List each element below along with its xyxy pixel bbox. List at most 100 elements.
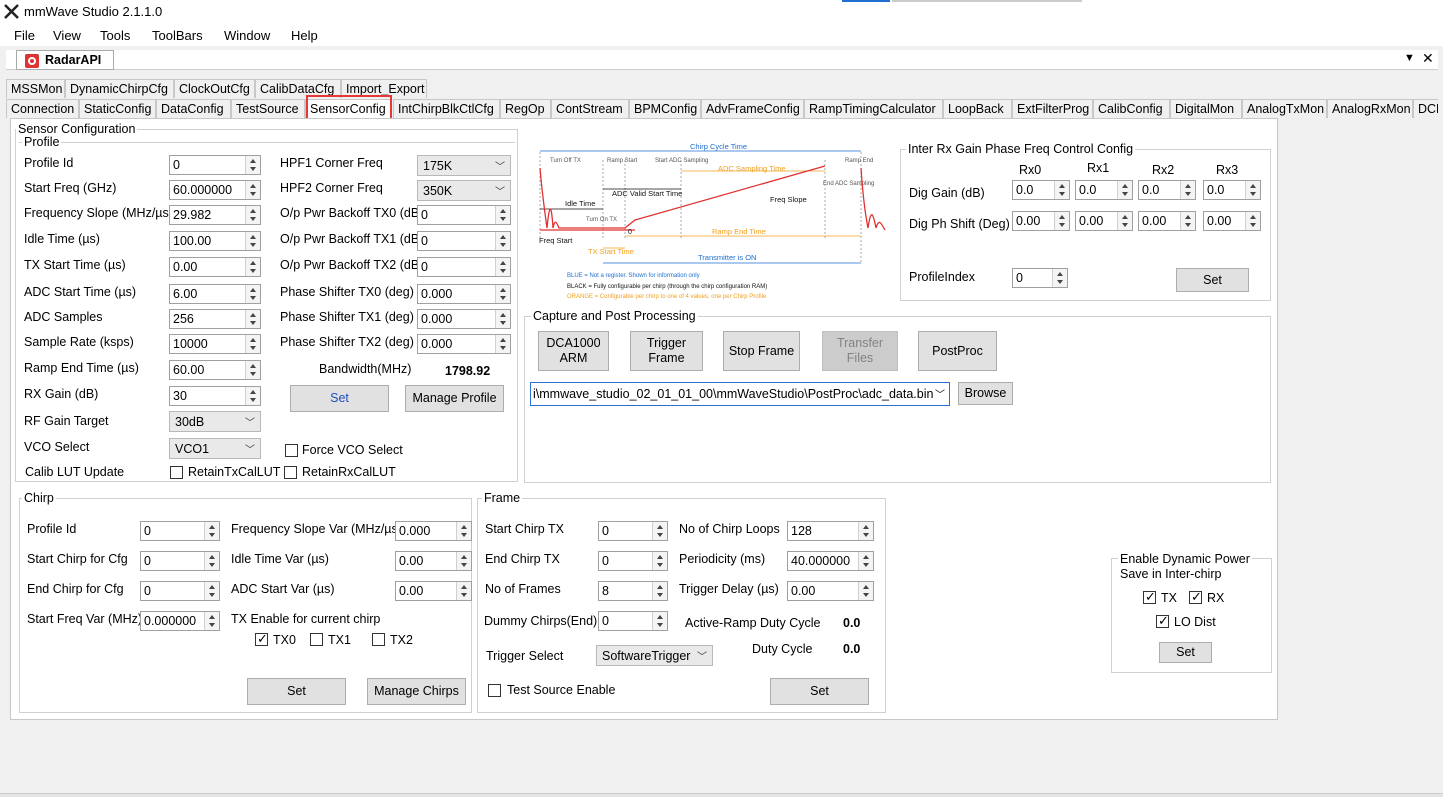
phase-tx0-input[interactable]: 0.000 xyxy=(417,284,511,304)
adc-start-time-input[interactable]: 6.00 xyxy=(169,284,261,304)
phase-tx1-input[interactable]: 0.000 xyxy=(417,309,511,329)
dig-phase-rx0[interactable]: 0.00 xyxy=(1012,211,1070,231)
hpf2-select[interactable]: 350K ﹀ xyxy=(417,180,511,201)
dig-phase-rx1[interactable]: 0.00 xyxy=(1075,211,1133,231)
freq-slope-var-input[interactable]: 0.000 xyxy=(395,521,472,541)
spin-arrows-icon[interactable] xyxy=(204,552,219,570)
tab-mssmon[interactable]: MSSMon xyxy=(6,79,65,98)
frame-set-button[interactable]: Set xyxy=(770,678,869,705)
spin-arrows-icon[interactable] xyxy=(1117,181,1132,199)
sample-rate-input[interactable]: 10000 xyxy=(169,334,261,354)
spin-arrows-icon[interactable] xyxy=(245,181,260,199)
force-vco-checkbox[interactable] xyxy=(285,444,298,457)
adc-start-var-input[interactable]: 0.00 xyxy=(395,581,472,601)
menu-toolbars[interactable]: ToolBars xyxy=(152,28,203,43)
spin-arrows-icon[interactable] xyxy=(456,552,471,570)
close-icon[interactable]: ✕ xyxy=(1422,50,1434,67)
tx0-checkbox[interactable] xyxy=(255,631,268,647)
tab-analogtxmon[interactable]: AnalogTxMon xyxy=(1242,99,1327,118)
spin-arrows-icon[interactable] xyxy=(652,582,667,600)
trigger-select-select[interactable]: SoftwareTrigger ﹀ xyxy=(596,645,713,666)
spin-arrows-icon[interactable] xyxy=(495,258,510,276)
tab-bpmconfig[interactable]: BPMConfig xyxy=(629,99,701,118)
dig-gain-rx1[interactable]: 0.0 xyxy=(1075,180,1133,200)
tab-dynamicchirpcfg[interactable]: DynamicChirpCfg xyxy=(65,79,174,98)
dca1000-arm-button[interactable]: DCA1000 ARM xyxy=(538,331,609,371)
spin-arrows-icon[interactable] xyxy=(495,285,510,303)
tab-extfilterprog[interactable]: ExtFilterProg xyxy=(1012,99,1093,118)
tab-digitalmon[interactable]: DigitalMon xyxy=(1170,99,1242,118)
menu-help[interactable]: Help xyxy=(291,28,318,43)
start-freq-var-input[interactable]: 0.000000 xyxy=(140,611,220,631)
spin-arrows-icon[interactable] xyxy=(245,310,260,328)
tab-ramptimingcalculator[interactable]: RampTimingCalculator xyxy=(804,99,943,118)
start-chirp-tx-input[interactable]: 0 xyxy=(598,521,668,541)
power-tx-checkbox[interactable] xyxy=(1143,589,1156,605)
transfer-files-button[interactable]: Transfer Files xyxy=(822,331,898,371)
tab-contstream[interactable]: ContStream xyxy=(551,99,629,118)
spin-arrows-icon[interactable] xyxy=(495,310,510,328)
tab-testsource[interactable]: TestSource xyxy=(231,99,305,118)
menu-window[interactable]: Window xyxy=(224,28,270,43)
spin-arrows-icon[interactable] xyxy=(1245,212,1260,230)
manage-chirps-button[interactable]: Manage Chirps xyxy=(367,678,466,705)
chirp-profile-id-input[interactable]: 0 xyxy=(140,521,220,541)
start-freq-input[interactable]: 60.000000 xyxy=(169,180,261,200)
spin-arrows-icon[interactable] xyxy=(204,612,219,630)
spin-arrows-icon[interactable] xyxy=(456,582,471,600)
power-set-button[interactable]: Set xyxy=(1159,642,1212,663)
spin-arrows-icon[interactable] xyxy=(495,232,510,250)
chevron-down-icon[interactable]: ﹀ xyxy=(935,386,945,401)
spin-arrows-icon[interactable] xyxy=(1245,181,1260,199)
backoff-tx1-input[interactable]: 0 xyxy=(417,231,511,251)
no-of-chirp-loops-input[interactable]: 128 xyxy=(787,521,874,541)
dig-gain-rx3[interactable]: 0.0 xyxy=(1203,180,1261,200)
spin-arrows-icon[interactable] xyxy=(495,206,510,224)
end-chirp-tx-input[interactable]: 0 xyxy=(598,551,668,571)
spin-arrows-icon[interactable] xyxy=(1054,181,1069,199)
file-path-input[interactable]: i\mmwave_studio_02_01_01_00\mmWaveStudio… xyxy=(530,382,950,406)
spin-arrows-icon[interactable] xyxy=(204,582,219,600)
spin-arrows-icon[interactable] xyxy=(245,387,260,405)
spin-arrows-icon[interactable] xyxy=(1117,212,1132,230)
spin-arrows-icon[interactable] xyxy=(245,232,260,250)
freq-slope-input[interactable]: 29.982 xyxy=(169,205,261,225)
doc-tab-radarapi[interactable]: RadarAPI xyxy=(16,50,114,70)
chirp-set-button[interactable]: Set xyxy=(247,678,346,705)
manage-profile-button[interactable]: Manage Profile xyxy=(405,385,504,412)
profile-id-input[interactable]: 0 xyxy=(169,155,261,175)
ramp-end-time-input[interactable]: 60.00 xyxy=(169,360,261,380)
dig-gain-rx0[interactable]: 0.0 xyxy=(1012,180,1070,200)
spin-arrows-icon[interactable] xyxy=(245,361,260,379)
tab-analogrxmon[interactable]: AnalogRxMon xyxy=(1327,99,1413,118)
tab-dataconfig[interactable]: DataConfig xyxy=(156,99,231,118)
spin-arrows-icon[interactable] xyxy=(245,285,260,303)
tab-advframeconfig[interactable]: AdvFrameConfig xyxy=(701,99,804,118)
power-rx-checkbox[interactable] xyxy=(1189,589,1202,605)
spin-arrows-icon[interactable] xyxy=(245,206,260,224)
backoff-tx0-input[interactable]: 0 xyxy=(417,205,511,225)
rx-gain-input[interactable]: 30 xyxy=(169,386,261,406)
phase-tx2-input[interactable]: 0.000 xyxy=(417,334,511,354)
spin-arrows-icon[interactable] xyxy=(456,522,471,540)
dig-phase-rx2[interactable]: 0.00 xyxy=(1138,211,1196,231)
spin-arrows-icon[interactable] xyxy=(652,522,667,540)
spin-arrows-icon[interactable] xyxy=(245,156,260,174)
retain-tx-checkbox[interactable] xyxy=(170,466,183,479)
test-source-checkbox[interactable] xyxy=(488,684,501,697)
tab-connection[interactable]: Connection xyxy=(6,99,79,118)
end-chirp-cfg-input[interactable]: 0 xyxy=(140,581,220,601)
tab-loopback[interactable]: LoopBack xyxy=(943,99,1012,118)
hpf1-select[interactable]: 175K ﹀ xyxy=(417,155,511,176)
backoff-tx2-input[interactable]: 0 xyxy=(417,257,511,277)
menu-file[interactable]: File xyxy=(14,28,35,43)
spin-arrows-icon[interactable] xyxy=(858,552,873,570)
stop-frame-button[interactable]: Stop Frame xyxy=(723,331,800,371)
idle-time-input[interactable]: 100.00 xyxy=(169,231,261,251)
retain-rx-checkbox[interactable] xyxy=(284,466,297,479)
trigger-delay-input[interactable]: 0.00 xyxy=(787,581,874,601)
power-lo-checkbox[interactable] xyxy=(1156,613,1169,629)
no-of-frames-input[interactable]: 8 xyxy=(598,581,668,601)
tx1-checkbox[interactable] xyxy=(310,633,323,646)
tx-start-time-input[interactable]: 0.00 xyxy=(169,257,261,277)
